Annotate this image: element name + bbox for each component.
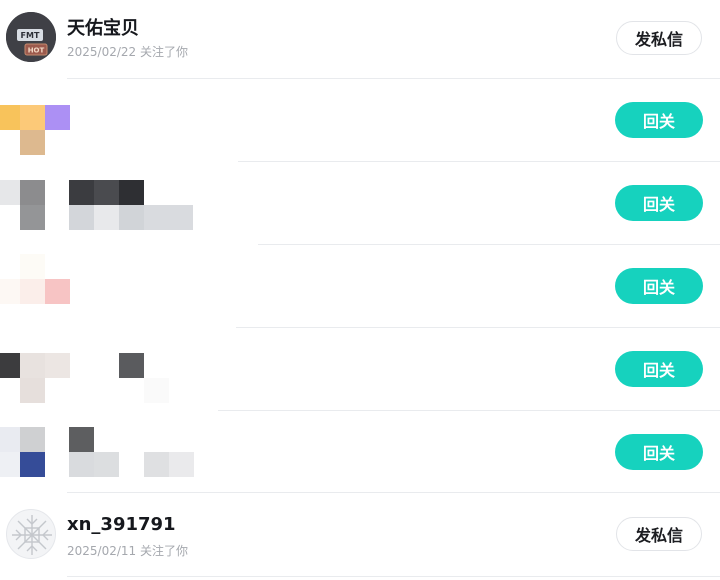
svg-text:HOT: HOT: [28, 47, 45, 55]
follower-row[interactable]: 回关: [0, 415, 720, 498]
follower-row[interactable]: 回关: [0, 166, 720, 249]
row-divider: [67, 576, 720, 577]
follow-action: 关注了你: [140, 544, 189, 558]
follow-back-button[interactable]: 回关: [615, 268, 703, 304]
follow-action: 关注了你: [140, 45, 189, 59]
pixelated-user-info: [0, 332, 240, 415]
pixelated-user-info: [0, 415, 240, 498]
follower-row[interactable]: FMT HOT 天佑宝贝 2025/02/22 关注了你 发私信: [0, 0, 720, 83]
row-divider: [236, 327, 720, 328]
avatar[interactable]: FMT HOT: [6, 12, 56, 62]
row-divider: [218, 410, 720, 411]
send-message-button[interactable]: 发私信: [616, 517, 702, 551]
follow-date: 2025/02/22: [67, 45, 137, 59]
pixelated-user-info: [0, 83, 240, 166]
follow-info: 2025/02/11 关注了你: [67, 542, 188, 559]
avatar[interactable]: [6, 509, 56, 559]
svg-text:FMT: FMT: [21, 31, 40, 40]
row-divider: [67, 78, 720, 79]
send-message-button[interactable]: 发私信: [616, 21, 702, 55]
user-name[interactable]: xn_391791: [67, 514, 176, 535]
row-divider: [238, 161, 720, 162]
follower-row[interactable]: 回关: [0, 249, 720, 332]
follow-date: 2025/02/11: [67, 544, 137, 558]
user-name[interactable]: 天佑宝贝: [67, 14, 139, 40]
follow-back-button[interactable]: 回关: [615, 185, 703, 221]
follow-info: 2025/02/22 关注了你: [67, 43, 188, 60]
pixelated-user-info: [0, 249, 240, 332]
follow-back-button[interactable]: 回关: [615, 434, 703, 470]
follower-row[interactable]: 回关: [0, 83, 720, 166]
snowflake-pattern-icon: [12, 515, 52, 555]
row-divider: [67, 492, 720, 493]
follower-row[interactable]: 回关: [0, 332, 720, 415]
avatar-badge-icon: FMT HOT: [6, 12, 56, 62]
follow-back-button[interactable]: 回关: [615, 351, 703, 387]
pixelated-user-info: [0, 166, 240, 249]
row-divider: [258, 244, 720, 245]
follower-row[interactable]: xn_391791 2025/02/11 关注了你 发私信: [0, 497, 720, 580]
follow-back-button[interactable]: 回关: [615, 102, 703, 138]
